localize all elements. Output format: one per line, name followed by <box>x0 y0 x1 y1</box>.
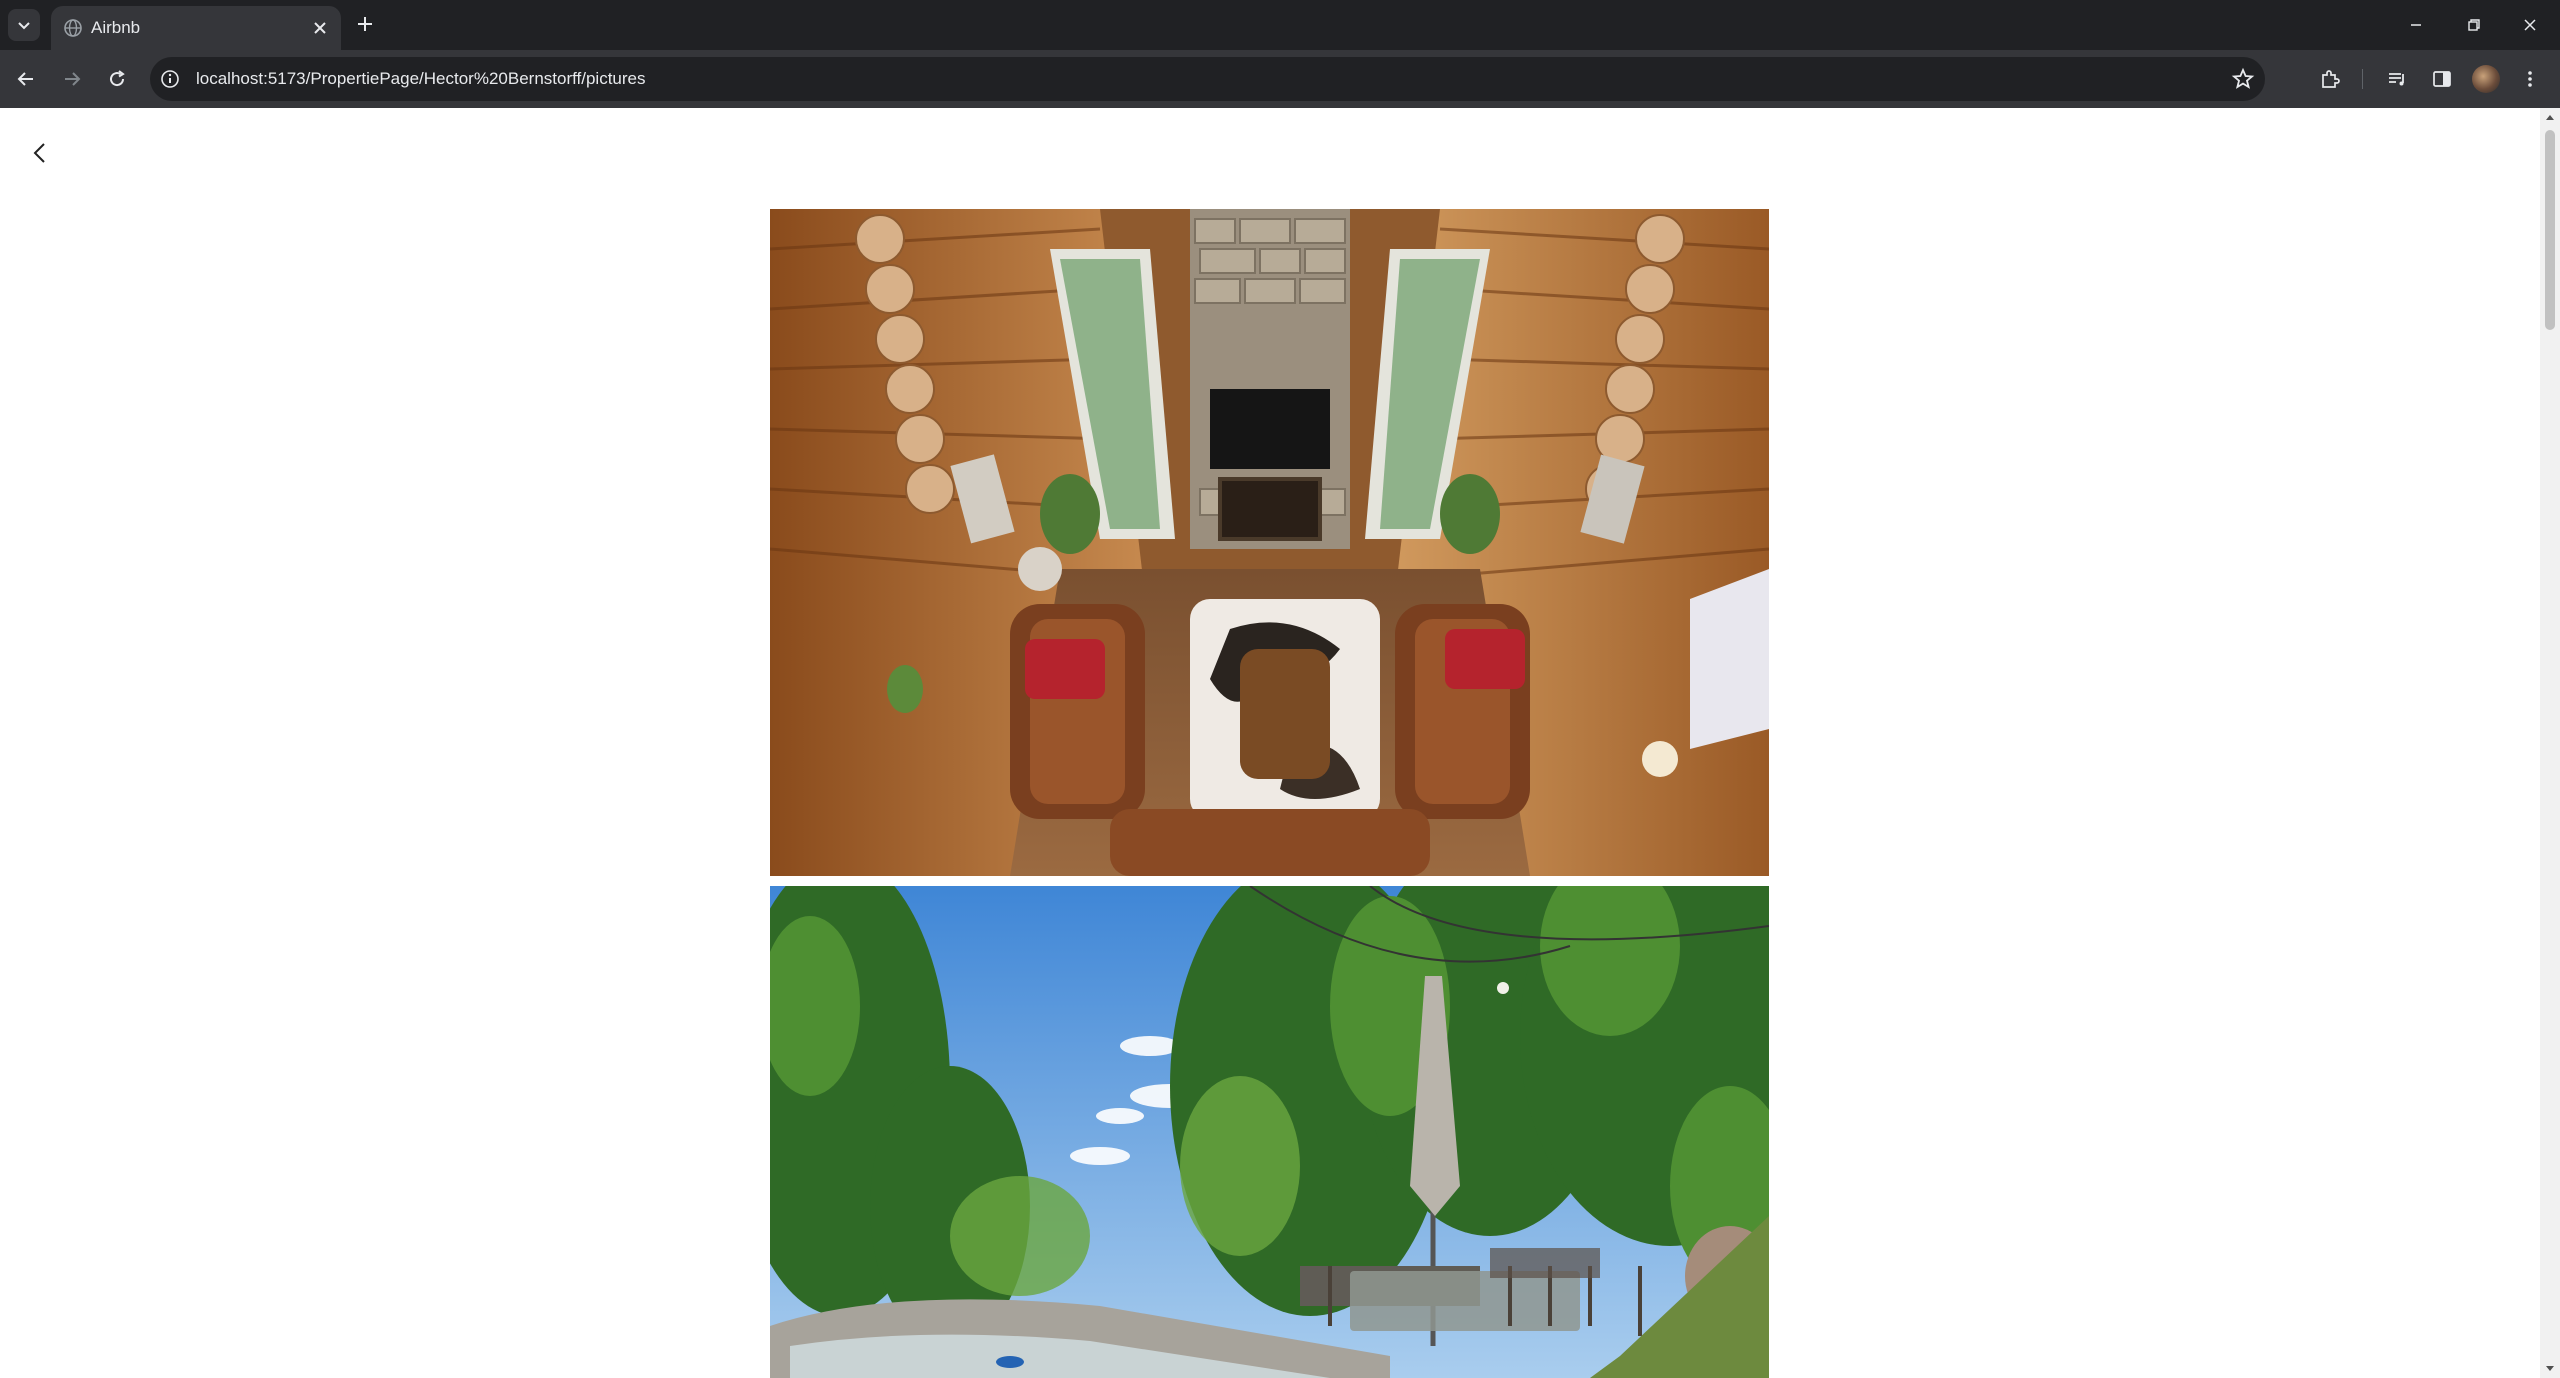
tab-search-button[interactable] <box>8 9 40 41</box>
minimize-icon <box>2411 24 2421 26</box>
url-text: localhost:5173/PropertiePage/Hector%20Be… <box>196 69 646 88</box>
tab-title: Airbnb <box>91 18 141 37</box>
page-content <box>0 108 2560 1378</box>
browser-toolbar: localhost:5173/PropertiePage/Hector%20Be… <box>0 50 2560 108</box>
back-button[interactable] <box>20 132 62 174</box>
plus-icon <box>358 17 372 31</box>
patio-hot-tub-photo[interactable] <box>770 886 1769 1378</box>
browser-menu-button[interactable] <box>2516 65 2544 93</box>
living-room-overhead-photo[interactable] <box>770 209 1769 876</box>
scroll-down-icon[interactable] <box>2544 1362 2556 1374</box>
restore-button[interactable] <box>2454 10 2494 40</box>
new-tab-button[interactable] <box>351 10 379 38</box>
scrollbar-thumb[interactable] <box>2545 130 2555 330</box>
close-window-button[interactable] <box>2510 10 2550 40</box>
patio-image <box>770 886 1769 1378</box>
browser-tab-active[interactable]: Airbnb <box>51 6 341 50</box>
forward-nav-button[interactable] <box>56 63 88 95</box>
close-tab-icon[interactable] <box>309 17 331 39</box>
chevron-left-icon <box>33 143 45 163</box>
reload-icon <box>110 70 125 87</box>
media-controls-button[interactable] <box>2383 65 2411 93</box>
site-info-icon[interactable] <box>160 69 180 89</box>
scroll-up-icon[interactable] <box>2544 112 2556 124</box>
extensions-button[interactable] <box>2316 65 2344 93</box>
side-panel-button[interactable] <box>2428 65 2456 93</box>
arrow-left-icon <box>17 72 33 86</box>
minimize-button[interactable] <box>2396 10 2436 40</box>
arrow-right-icon <box>65 72 81 86</box>
bookmark-star-icon[interactable] <box>2231 67 2255 91</box>
puzzle-icon <box>2322 70 2340 88</box>
chevron-down-icon <box>18 22 30 30</box>
browser-tabstrip: Airbnb <box>0 0 2560 50</box>
close-icon <box>2524 19 2536 31</box>
toolbar-separator <box>2362 69 2363 89</box>
media-queue-icon <box>2389 73 2404 86</box>
page-scrollbar[interactable] <box>2540 108 2560 1378</box>
living-room-image <box>770 209 1769 876</box>
restore-icon <box>2468 19 2480 31</box>
side-panel-icon <box>2433 71 2451 87</box>
profile-avatar[interactable] <box>2472 65 2500 93</box>
address-bar[interactable]: localhost:5173/PropertiePage/Hector%20Be… <box>150 57 2265 101</box>
back-nav-button[interactable] <box>10 63 42 95</box>
reload-button[interactable] <box>101 63 133 95</box>
more-vertical-icon <box>2528 71 2532 87</box>
globe-icon <box>64 19 82 37</box>
